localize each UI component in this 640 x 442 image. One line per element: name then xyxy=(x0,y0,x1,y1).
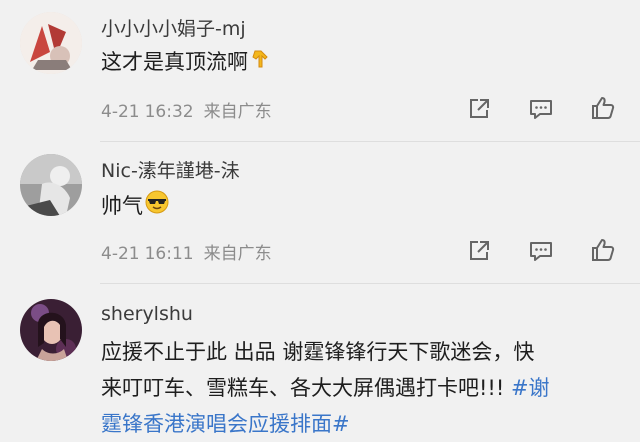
comment-time: 16:32 xyxy=(144,102,194,122)
comment-date: 4-21 xyxy=(101,244,140,264)
avatar[interactable] xyxy=(20,154,82,216)
like-icon[interactable] xyxy=(590,95,616,121)
like-icon[interactable] xyxy=(590,237,616,263)
comment-item: Nic-溸年謹塂-沬 帅气 4-21 16:11 来自广东 xyxy=(0,142,640,284)
down-pointing-hand-emoji xyxy=(250,45,272,81)
username[interactable]: 小小小小娟子-mj xyxy=(101,14,246,41)
comment-date: 4-21 xyxy=(101,102,140,122)
comment-text-line: 来叮叮车、雪糕车、各大大屏偶遇打卡吧!!! #谢 xyxy=(101,370,631,406)
comment-time: 16:11 xyxy=(144,244,194,264)
comment-meta: 4-21 16:32 来自广东 xyxy=(101,97,282,122)
comment-meta: 4-21 16:11 来自广东 xyxy=(101,239,282,264)
username[interactable]: Nic-溸年謹塂-沬 xyxy=(101,156,240,183)
share-icon[interactable] xyxy=(466,238,492,264)
comment-text-content: 来叮叮车、雪糕车、各大大屏偶遇打卡吧!!! xyxy=(101,376,511,400)
hashtag-link[interactable]: #谢 xyxy=(511,376,550,400)
avatar[interactable] xyxy=(20,299,82,361)
comment-text-line: 霆锋香港演唱会应援排面# xyxy=(101,406,631,442)
comment-text: 这才是真顶流啊 xyxy=(101,44,272,81)
comment-text-line: 应援不止于此 出品 谢霆锋锋行天下歌迷会，快 xyxy=(101,340,535,364)
comment-item: 小小小小娟子-mj 这才是真顶流啊 4-21 16:32 来自广东 xyxy=(0,0,640,142)
comment-text-content: 这才是真顶流啊 xyxy=(101,50,248,74)
comment-icon[interactable] xyxy=(528,96,554,122)
comment-item: sherylshu 应援不止于此 出品 谢霆锋锋行天下歌迷会，快 来叮叮车、雪糕… xyxy=(0,284,640,439)
username[interactable]: sherylshu xyxy=(101,303,193,325)
share-icon[interactable] xyxy=(466,96,492,122)
comment-location: 来自广东 xyxy=(203,102,272,122)
comment-location: 来自广东 xyxy=(203,244,272,264)
avatar[interactable] xyxy=(20,12,82,74)
comment-text-content: 帅气 xyxy=(101,194,143,218)
sunglasses-emoji xyxy=(145,189,169,225)
hashtag-link[interactable]: 霆锋香港演唱会应援排面# xyxy=(101,412,350,436)
comment-text: 帅气 xyxy=(101,188,169,225)
comment-text: 应援不止于此 出品 谢霆锋锋行天下歌迷会，快 来叮叮车、雪糕车、各大大屏偶遇打卡… xyxy=(101,334,631,442)
comment-icon[interactable] xyxy=(528,238,554,264)
